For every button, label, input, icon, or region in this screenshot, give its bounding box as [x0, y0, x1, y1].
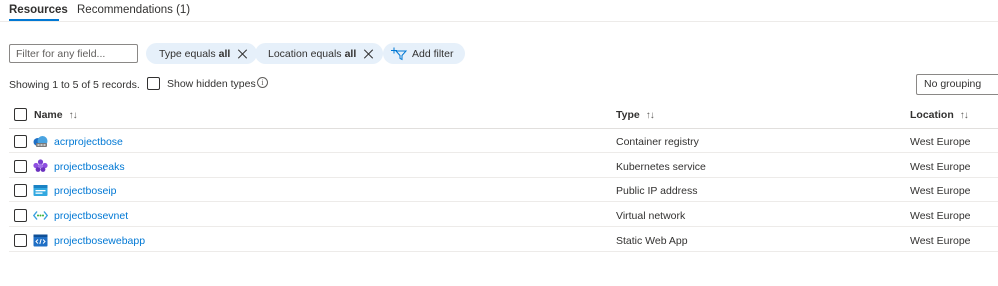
type-filter-prefix: Type equals — [159, 47, 216, 60]
container-registry-icon — [33, 136, 48, 147]
row-divider — [9, 201, 998, 202]
resource-location: West Europe — [910, 136, 971, 148]
row-divider — [9, 152, 998, 153]
records-count: Showing 1 to 5 of 5 records. — [9, 79, 140, 91]
type-filter-value: all — [218, 47, 231, 60]
tab-divider — [0, 21, 998, 22]
public-ip-icon — [33, 185, 48, 196]
row-divider — [9, 177, 998, 178]
row-checkbox[interactable] — [14, 209, 27, 222]
resource-type: Container registry — [616, 136, 699, 148]
resource-name-link[interactable]: projectbosevnet — [54, 210, 128, 222]
row-checkbox[interactable] — [14, 234, 27, 247]
column-header-name[interactable]: Name ↑↓ — [34, 109, 78, 121]
location-filter-pill[interactable]: Location equals all — [255, 43, 384, 64]
close-icon[interactable] — [363, 48, 374, 59]
add-filter-label: Add filter — [412, 47, 454, 60]
sort-icon: ↑↓ — [645, 110, 655, 121]
row-checkbox[interactable] — [14, 184, 27, 197]
resource-location: West Europe — [910, 210, 971, 222]
resource-name-link[interactable]: projectbosewebapp — [54, 235, 145, 247]
add-filter-button[interactable]: Add filter — [383, 43, 466, 64]
resource-location: West Europe — [910, 185, 971, 197]
filter-input[interactable] — [9, 44, 138, 63]
tab-recommendations[interactable]: Recommendations (1) — [77, 4, 190, 16]
select-all-checkbox[interactable] — [14, 108, 27, 121]
kubernetes-service-icon — [33, 159, 48, 172]
row-divider — [9, 251, 998, 252]
grouping-dropdown[interactable]: No grouping — [916, 74, 998, 95]
column-location-label: Location — [910, 109, 954, 121]
column-name-label: Name — [34, 109, 63, 121]
row-checkbox[interactable] — [14, 160, 27, 173]
add-filter-icon — [391, 47, 407, 60]
virtual-network-icon — [33, 211, 48, 220]
sort-icon: ↑↓ — [959, 110, 969, 121]
resource-type: Kubernetes service — [616, 161, 706, 173]
close-icon[interactable] — [237, 48, 248, 59]
column-header-type[interactable]: Type ↑↓ — [616, 109, 655, 121]
type-filter-pill[interactable]: Type equals all — [146, 43, 258, 64]
row-checkbox[interactable] — [14, 135, 27, 148]
resource-location: West Europe — [910, 235, 971, 247]
show-hidden-types-checkbox[interactable] — [147, 77, 160, 90]
resource-location: West Europe — [910, 161, 971, 173]
resource-type: Static Web App — [616, 235, 688, 247]
resource-name-link[interactable]: acrprojectbose — [54, 136, 123, 148]
column-type-label: Type — [616, 109, 640, 121]
resource-name-link[interactable]: projectboseaks — [54, 161, 125, 173]
show-hidden-types-label: Show hidden types — [167, 78, 256, 90]
tab-bar: Resources Recommendations (1) — [0, 0, 998, 22]
column-header-location[interactable]: Location ↑↓ — [910, 109, 969, 121]
resource-type: Public IP address — [616, 185, 698, 197]
header-divider — [9, 128, 998, 129]
tab-resources[interactable]: Resources — [9, 4, 68, 16]
static-web-app-icon — [33, 234, 48, 247]
info-icon[interactable]: i — [257, 77, 268, 88]
row-divider — [9, 226, 998, 227]
location-filter-value: all — [344, 47, 357, 60]
resource-name-link[interactable]: projectboseip — [54, 185, 116, 197]
location-filter-prefix: Location equals — [268, 47, 342, 60]
resource-type: Virtual network — [616, 210, 686, 222]
sort-icon: ↑↓ — [68, 110, 78, 121]
